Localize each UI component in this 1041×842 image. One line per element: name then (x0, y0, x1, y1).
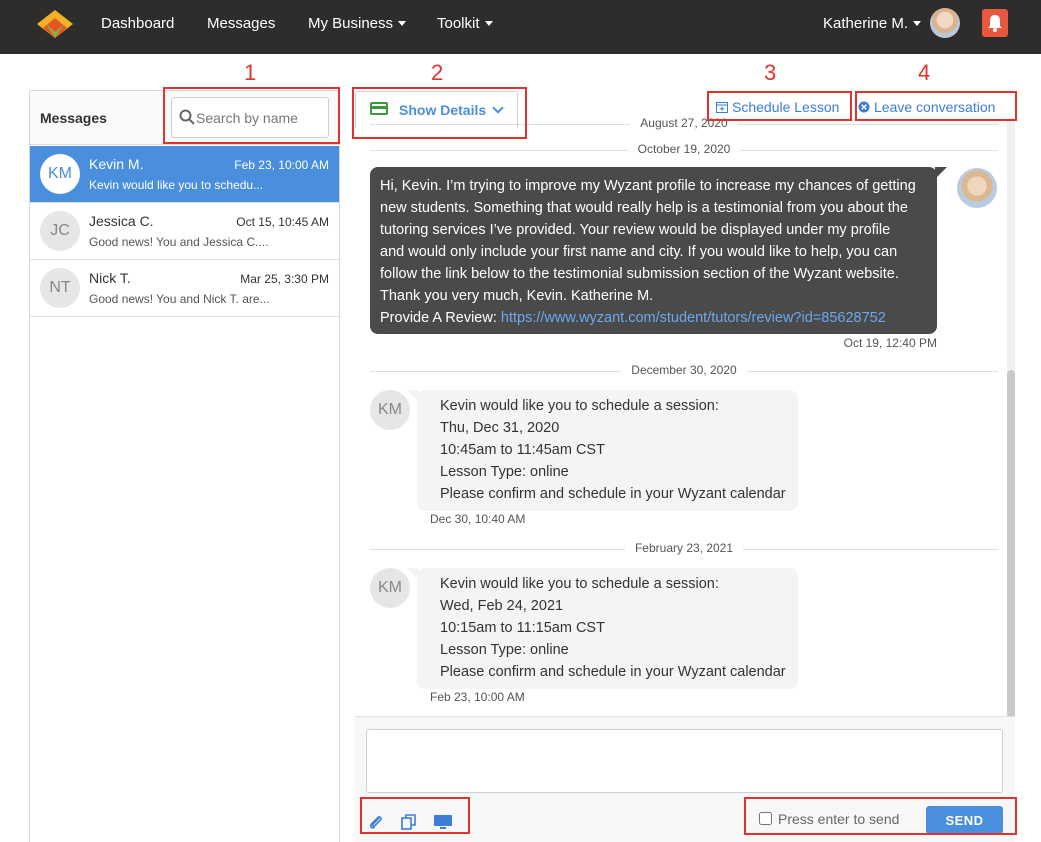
message-line: tutoring services I’ve provided. Your re… (380, 222, 891, 238)
bubble-tail (407, 568, 419, 580)
conversation-date: Feb 23, 10:00 AM (234, 158, 329, 172)
conversation-item-kevin[interactable]: KM Kevin M. Feb 23, 10:00 AM Kevin would… (30, 146, 339, 203)
nav-my-business-label: My Business (308, 15, 394, 32)
date-separator-label: December 30, 2020 (621, 363, 747, 377)
nav-toolkit-label: Toolkit (437, 15, 480, 32)
scrollbar-thumb[interactable] (1007, 370, 1015, 718)
message-thread: August 27, 2020 October 19, 2020 Hi, Kev… (355, 116, 1015, 718)
avatar: KM (40, 154, 80, 194)
nav-dashboard[interactable]: Dashboard (101, 15, 174, 32)
message-line: Wed, Feb 24, 2021 (440, 598, 564, 614)
incoming-message: Kevin would like you to schedule a sessi… (407, 568, 798, 689)
incoming-message: Kevin would like you to schedule a sessi… (407, 390, 798, 511)
notifications-button[interactable] (982, 9, 1008, 37)
user-menu[interactable]: Katherine M. (823, 15, 922, 32)
bell-icon (988, 15, 1002, 32)
avatar: JC (40, 211, 80, 251)
callout-number-2: 2 (431, 60, 444, 85)
message-line: Hi, Kevin. I’m trying to improve my Wyza… (380, 178, 916, 194)
message-line: Lesson Type: online (440, 464, 569, 480)
conversation-list-panel: Messages KM Kevin M. Feb 23, 10:00 AM Ke… (29, 90, 340, 842)
conversation-date: Oct 15, 10:45 AM (236, 215, 329, 229)
message-line: follow the link below to the testimonial… (380, 266, 899, 282)
conversation-preview: Kevin would like you to schedu... (89, 178, 264, 192)
message-line: and would only include your first name a… (380, 244, 898, 260)
conversation-preview: Good news! You and Nick T. are... (89, 292, 270, 306)
nav-toolkit[interactable]: Toolkit (437, 15, 493, 32)
conversation-date: Mar 25, 3:30 PM (240, 272, 329, 286)
nav-messages[interactable]: Messages (207, 15, 275, 32)
conversation-item-nick[interactable]: NT Nick T. Mar 25, 3:30 PM Good news! Yo… (30, 260, 339, 317)
message-time: Feb 23, 10:00 AM (430, 690, 525, 704)
conversation-name: Nick T. (89, 270, 131, 286)
message-line: Please confirm and schedule in your Wyza… (440, 664, 786, 680)
message-line: Kevin would like you to schedule a sessi… (440, 576, 719, 592)
message-time: Oct 19, 12:40 PM (843, 336, 937, 350)
date-separator-label: February 23, 2021 (624, 541, 744, 555)
caret-down-icon (913, 21, 922, 26)
bubble-tail (935, 167, 947, 179)
date-separator-label: October 19, 2020 (627, 142, 741, 156)
message-line: Please confirm and schedule in your Wyza… (440, 486, 786, 502)
message-time: Dec 30, 10:40 AM (430, 512, 526, 526)
date-separator: October 19, 2020 (370, 142, 998, 158)
message-line: Thank you very much, Kevin. Katherine M. (380, 288, 654, 304)
avatar: KM (370, 568, 410, 608)
conversation-preview: Good news! You and Jessica C.... (89, 235, 269, 249)
bubble-tail (407, 390, 419, 402)
message-line: 10:15am to 11:15am CST (440, 620, 605, 636)
user-avatar[interactable] (930, 8, 960, 38)
avatar: KM (370, 390, 410, 430)
message-line: Thu, Dec 31, 2020 (440, 420, 560, 436)
date-separator: February 23, 2021 (370, 541, 998, 557)
user-name: Katherine M. (823, 15, 909, 32)
callout-number-3: 3 (764, 60, 777, 85)
outgoing-message: Hi, Kevin. I’m trying to improve my Wyza… (370, 167, 947, 334)
callout-box-2 (352, 87, 527, 139)
callout-box-1 (163, 87, 340, 144)
callout-box-6 (744, 797, 1017, 835)
caret-down-icon (484, 21, 493, 26)
message-line: 10:45am to 11:45am CST (440, 442, 605, 458)
callout-box-3 (707, 91, 852, 121)
callout-box-5 (360, 797, 470, 834)
callout-number-4: 4 (918, 60, 931, 85)
callout-box-4 (855, 91, 1017, 121)
date-separator: December 30, 2020 (370, 363, 998, 379)
avatar: NT (40, 268, 80, 308)
review-link[interactable]: https://www.wyzant.com/student/tutors/re… (501, 310, 886, 326)
message-line: new students. Something that would reall… (380, 200, 908, 216)
message-input[interactable] (366, 729, 1003, 793)
message-line: Kevin would like you to schedule a sessi… (440, 398, 719, 414)
conversation-name: Kevin M. (89, 156, 144, 172)
caret-down-icon (398, 21, 407, 26)
panel-title: Messages (40, 110, 107, 126)
review-prefix: Provide A Review: (380, 310, 501, 326)
message-line: Lesson Type: online (440, 642, 569, 658)
thread-scrollbar[interactable] (1007, 118, 1015, 718)
top-navbar: Dashboard Messages My Business Toolkit K… (0, 0, 1041, 54)
sender-avatar (957, 168, 997, 208)
nav-my-business[interactable]: My Business (308, 15, 407, 32)
callout-number-1: 1 (244, 60, 257, 85)
message-line: Provide A Review: https://www.wyzant.com… (380, 307, 927, 329)
conversation-item-jessica[interactable]: JC Jessica C. Oct 15, 10:45 AM Good news… (30, 203, 339, 260)
wyzant-logo-icon[interactable] (37, 10, 73, 38)
conversation-name: Jessica C. (89, 213, 154, 229)
